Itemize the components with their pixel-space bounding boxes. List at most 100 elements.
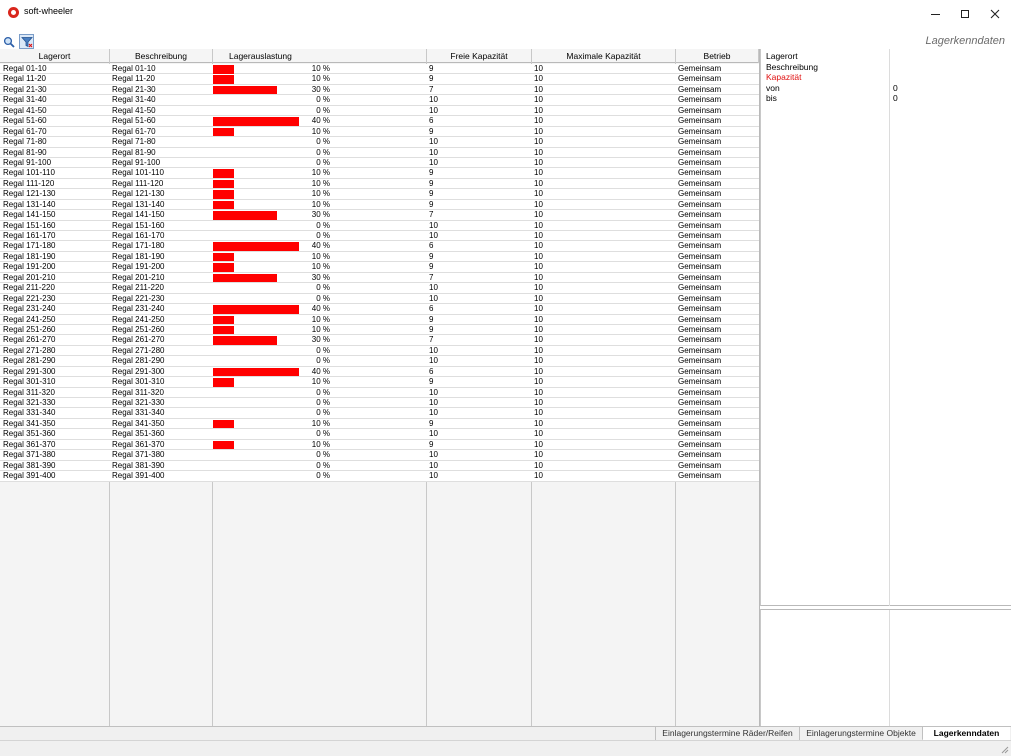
table-row[interactable]: Regal 181-190 Regal 181-190 10 % 9 10 Gemeins… xyxy=(0,251,759,263)
filter-button[interactable] xyxy=(19,34,34,49)
table-row[interactable]: Regal 31-40 Regal 31-40 0 % 10 10 Gemeinsam xyxy=(0,95,759,106)
header-freie-kapazitaet[interactable]: Freie Kapazität xyxy=(427,49,532,63)
table-row[interactable]: Regal 221-230 Regal 221-230 0 % 10 10 Gemeins… xyxy=(0,293,759,305)
prop-bis-value[interactable]: 0 xyxy=(893,93,898,103)
cell-lagerauslastung: 30 % xyxy=(212,210,426,220)
utilization-percent: 10 % xyxy=(311,377,330,387)
table-row[interactable]: Regal 361-370 Regal 361-370 10 % 9 10 Gemeins… xyxy=(0,439,759,451)
cell-betrieb: Gemeinsam xyxy=(678,272,722,282)
cell-maximale-kapazitaet: 10 xyxy=(534,116,543,126)
cell-freie-kapazitaet: 9 xyxy=(429,64,434,73)
table-row[interactable]: Regal 231-240 Regal 231-240 40 % 6 10 Gemeins… xyxy=(0,304,759,315)
table-row[interactable]: Regal 51-60 Regal 51-60 40 % 6 10 Gemeinsam xyxy=(0,116,759,127)
table-row[interactable]: Regal 01-10 Regal 01-10 10 % 9 10 Gemeinsam xyxy=(0,64,759,75)
cell-freie-kapazitaet: 10 xyxy=(429,137,438,147)
header-maximale-kapazitaet[interactable]: Maximale Kapazität xyxy=(532,49,676,63)
cell-lagerort: Regal 241-250 xyxy=(3,314,56,324)
prop-kapazitaet-label: Kapazität xyxy=(766,72,802,82)
cell-freie-kapazitaet: 9 xyxy=(429,168,434,178)
table-row[interactable]: Regal 91-100 Regal 91-100 0 % 10 10 Gemeinsam xyxy=(0,157,759,169)
utilization-bar xyxy=(213,127,235,137)
table-row[interactable]: Regal 301-310 Regal 301-310 10 % 9 10 Gemeins… xyxy=(0,377,759,388)
cell-freie-kapazitaet: 10 xyxy=(429,231,438,240)
prop-von-value[interactable]: 0 xyxy=(893,83,898,93)
search-button[interactable] xyxy=(1,34,16,49)
table-row[interactable]: Regal 151-160 Regal 151-160 0 % 10 10 Gemeins… xyxy=(0,220,759,231)
tab-einlagerungstermine-raeder-reifen[interactable]: Einlagerungstermine Räder/Reifen xyxy=(655,727,799,741)
table-row[interactable]: Regal 321-330 Regal 321-330 0 % 10 10 Gemeins… xyxy=(0,398,759,409)
cell-lagerauslastung: 10 % xyxy=(212,64,426,74)
table-row[interactable]: Regal 311-320 Regal 311-320 0 % 10 10 Gemeins… xyxy=(0,387,759,398)
table-row[interactable]: Regal 271-280 Regal 271-280 0 % 10 10 Gemeins… xyxy=(0,345,759,357)
table-row[interactable]: Regal 241-250 Regal 241-250 10 % 9 10 Gemeins… xyxy=(0,314,759,325)
details-properties: Lagerort Beschreibung Kapazität von 0 bi… xyxy=(760,49,1011,606)
cell-lagerort: Regal 191-200 xyxy=(3,262,56,272)
cell-freie-kapazitaet: 9 xyxy=(429,418,434,428)
table-row[interactable]: Regal 141-150 Regal 141-150 30 % 7 10 Gemeins… xyxy=(0,210,759,221)
cell-maximale-kapazitaet: 10 xyxy=(534,356,543,366)
cell-betrieb: Gemeinsam xyxy=(678,335,722,345)
table-row[interactable]: Regal 191-200 Regal 191-200 10 % 9 10 Gemeins… xyxy=(0,262,759,273)
cell-beschreibung: Regal 121-130 xyxy=(112,189,165,199)
table-row[interactable]: Regal 161-170 Regal 161-170 0 % 10 10 Gemeins… xyxy=(0,231,759,242)
table-row[interactable]: Regal 121-130 Regal 121-130 10 % 9 10 Gemeins… xyxy=(0,189,759,200)
table-row[interactable]: Regal 41-50 Regal 41-50 0 % 10 10 Gemeinsam xyxy=(0,105,759,117)
table-row[interactable]: Regal 61-70 Regal 61-70 10 % 9 10 Gemeinsam xyxy=(0,126,759,138)
cell-betrieb: Gemeinsam xyxy=(678,231,722,240)
table-row[interactable]: Regal 281-290 Regal 281-290 0 % 10 10 Gemeins… xyxy=(0,356,759,367)
table-row[interactable]: Regal 381-390 Regal 381-390 0 % 10 10 Gemeins… xyxy=(0,460,759,472)
cell-lagerort: Regal 271-280 xyxy=(3,345,56,355)
cell-lagerort: Regal 331-340 xyxy=(3,408,56,418)
tab-lagerkenndaten[interactable]: Lagerkenndaten xyxy=(922,727,1010,741)
table-row[interactable]: Regal 211-220 Regal 211-220 0 % 10 10 Gemeins… xyxy=(0,283,759,294)
table-row[interactable]: Regal 251-260 Regal 251-260 10 % 9 10 Gemeins… xyxy=(0,324,759,336)
cell-freie-kapazitaet: 7 xyxy=(429,335,434,345)
utilization-percent: 10 % xyxy=(311,418,330,428)
cell-freie-kapazitaet: 10 xyxy=(429,387,438,397)
header-beschreibung[interactable]: Beschreibung xyxy=(110,49,213,63)
table-row[interactable]: Regal 111-120 Regal 111-120 10 % 9 10 Gemeins… xyxy=(0,178,759,190)
cell-lagerort: Regal 321-330 xyxy=(3,398,56,407)
table-row[interactable]: Regal 11-20 Regal 11-20 10 % 9 10 Gemeinsam xyxy=(0,74,759,85)
utilization-percent: 0 % xyxy=(316,398,330,407)
cell-beschreibung: Regal 371-380 xyxy=(112,450,165,460)
table-row[interactable]: Regal 171-180 Regal 171-180 40 % 6 10 Gemeins… xyxy=(0,241,759,252)
table-row[interactable]: Regal 351-360 Regal 351-360 0 % 10 10 Gemeins… xyxy=(0,429,759,440)
table-row[interactable]: Regal 391-400 Regal 391-400 0 % 10 10 Gemeins… xyxy=(0,471,759,482)
utilization-percent: 0 % xyxy=(316,283,330,293)
utilization-percent: 10 % xyxy=(311,439,330,449)
utilization-bar xyxy=(213,273,278,283)
cell-lagerauslastung: 0 % xyxy=(212,450,426,460)
resize-grip-icon[interactable] xyxy=(999,744,1009,754)
minimize-button[interactable] xyxy=(920,0,950,28)
maximize-button[interactable] xyxy=(950,0,980,28)
cell-beschreibung: Regal 361-370 xyxy=(112,439,165,449)
cell-lagerort: Regal 281-290 xyxy=(3,356,56,366)
tab-einlagerungstermine-objekte[interactable]: Einlagerungstermine Objekte xyxy=(799,727,922,741)
header-betrieb[interactable]: Betrieb xyxy=(676,49,759,63)
table-row[interactable]: Regal 71-80 Regal 71-80 0 % 10 10 Gemeinsam xyxy=(0,137,759,148)
table-row[interactable]: Regal 341-350 Regal 341-350 10 % 9 10 Gemeins… xyxy=(0,418,759,430)
details-divider xyxy=(889,610,890,727)
header-lagerort[interactable]: Lagerort xyxy=(0,49,110,63)
table-row[interactable]: Regal 371-380 Regal 371-380 0 % 10 10 Gemeins… xyxy=(0,450,759,461)
table-row[interactable]: Regal 261-270 Regal 261-270 30 % 7 10 Gemeins… xyxy=(0,335,759,346)
cell-freie-kapazitaet: 10 xyxy=(429,398,438,407)
details-description-area xyxy=(760,609,1011,727)
table-row[interactable]: Regal 291-300 Regal 291-300 40 % 6 10 Gemeins… xyxy=(0,366,759,378)
table-row[interactable]: Regal 101-110 Regal 101-110 10 % 9 10 Gemeins… xyxy=(0,168,759,179)
table-row[interactable]: Regal 201-210 Regal 201-210 30 % 7 10 Gemeins… xyxy=(0,272,759,284)
header-lagerauslastung[interactable]: Lagerauslastung xyxy=(213,49,427,63)
utilization-percent: 0 % xyxy=(316,105,330,115)
cell-lagerort: Regal 131-140 xyxy=(3,199,56,209)
cell-betrieb: Gemeinsam xyxy=(678,178,722,188)
cell-lagerort: Regal 141-150 xyxy=(3,210,56,220)
table-row[interactable]: Regal 131-140 Regal 131-140 10 % 9 10 Gemeins… xyxy=(0,199,759,211)
cell-betrieb: Gemeinsam xyxy=(678,126,722,136)
utilization-bar xyxy=(213,179,235,189)
table-row[interactable]: Regal 21-30 Regal 21-30 30 % 7 10 Gemeinsam xyxy=(0,84,759,96)
cell-lagerauslastung: 0 % xyxy=(212,346,426,356)
table-row[interactable]: Regal 81-90 Regal 81-90 0 % 10 10 Gemeinsam xyxy=(0,147,759,158)
close-button[interactable] xyxy=(980,0,1010,28)
table-row[interactable]: Regal 331-340 Regal 331-340 0 % 10 10 Gemeins… xyxy=(0,408,759,419)
